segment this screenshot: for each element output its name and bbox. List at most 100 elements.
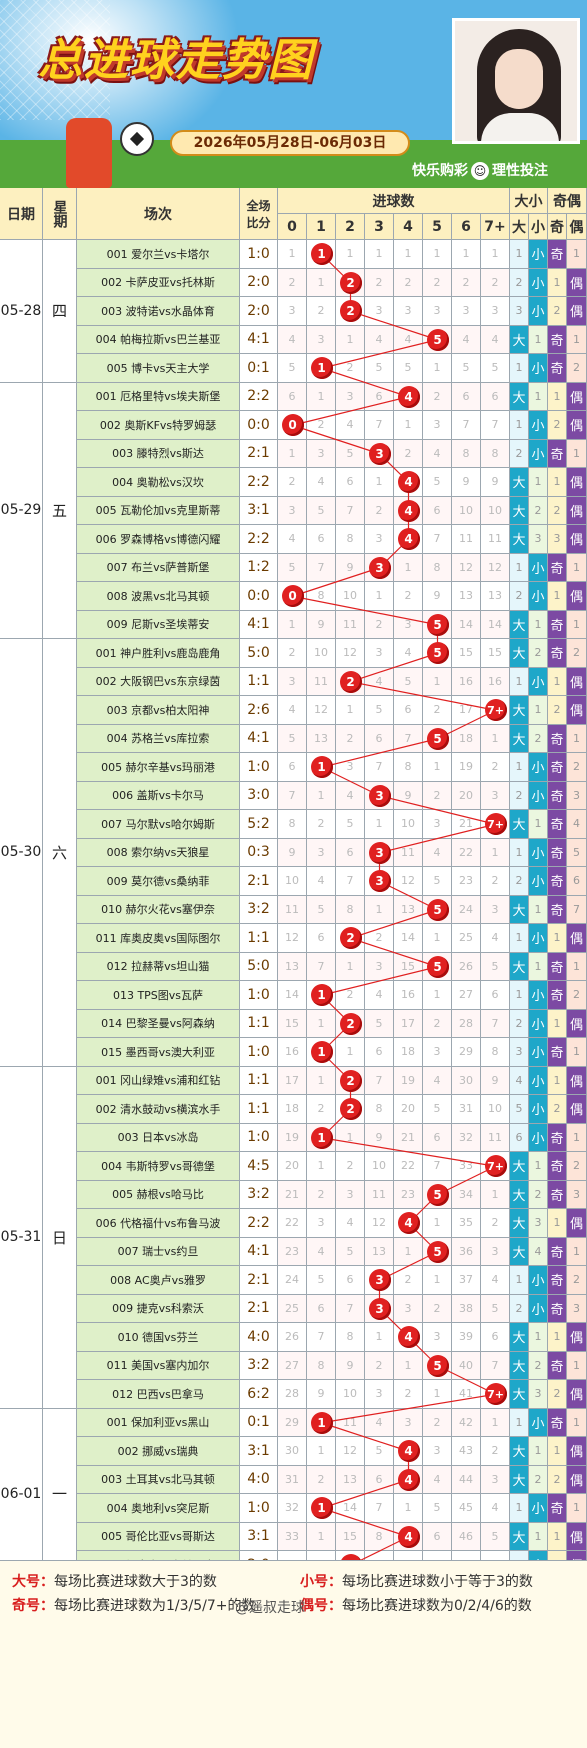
small-marker: 小 (529, 1095, 548, 1124)
goal-count-cell: 1 (307, 268, 336, 297)
small-miss: 2 (529, 639, 548, 668)
goal-count-cell: 41 (452, 1380, 481, 1409)
goal-count-cell: 5 (423, 867, 452, 896)
goal-ball-marker: 1 (310, 1126, 333, 1149)
score-cell: 0:1 (240, 354, 278, 383)
goal-count-cell: 21 (452, 810, 481, 839)
goal-count-cell: 17 (452, 696, 481, 725)
score-cell: 6:2 (240, 1380, 278, 1409)
odd-marker: 奇 (548, 553, 567, 582)
even-miss: 3 (567, 1180, 587, 1209)
goal-count-cell: 5 (394, 354, 423, 383)
goal-count-cell: 5 (365, 1437, 394, 1466)
big-marker: 大 (510, 1209, 529, 1238)
goal-count-cell: 13 (452, 582, 481, 611)
odd-miss: 2 (548, 696, 567, 725)
goal-count-cell: 27 (452, 981, 481, 1010)
goal-count-cell: 4 (423, 1465, 452, 1494)
goal-count-cell: 10 (278, 867, 307, 896)
match-name: 004 苏格兰vs库拉索 (77, 724, 240, 753)
big-marker: 大 (510, 1351, 529, 1380)
goal-count-cell: 1 (423, 1380, 452, 1409)
small-miss: 1 (529, 1437, 548, 1466)
odd-marker: 奇 (548, 981, 567, 1010)
even-miss: 2 (567, 354, 587, 383)
goal-count-cell: 10 (336, 582, 365, 611)
score-cell: 1:1 (240, 1095, 278, 1124)
goal-count-cell: 4 (423, 439, 452, 468)
goal-count-cell: 9 (336, 1351, 365, 1380)
goal-count-cell: 7 (365, 1066, 394, 1095)
goal-ball-marker: 3 (368, 1269, 391, 1292)
goal-count-cell: 18 (452, 724, 481, 753)
goal-count-cell: 3 (365, 952, 394, 981)
score-cell: 3:2 (240, 895, 278, 924)
goal-count-cell: 4 (481, 924, 510, 953)
goal-count-cell: 15 (278, 1009, 307, 1038)
goal-count-cell: 4 (423, 838, 452, 867)
goal-count-cell: 32 (452, 1123, 481, 1152)
small-miss: 3 (529, 1380, 548, 1409)
big-marker: 大 (510, 895, 529, 924)
odd-miss: 2 (548, 1380, 567, 1409)
goal-count-cell: 9 (278, 838, 307, 867)
small-marker: 小 (529, 867, 548, 896)
goal-count-cell: 17 (278, 1066, 307, 1095)
goal-count-cell: 5 (481, 354, 510, 383)
odd-miss: 2 (548, 297, 567, 326)
goal-count-cell: 3 (278, 496, 307, 525)
goal-count-cell: 2 (365, 268, 394, 297)
goal-count-cell: 2 (336, 724, 365, 753)
goal-count-cell: 25 (452, 924, 481, 953)
goal-count-cell: 33 (278, 1522, 307, 1551)
score-cell: 2:2 (240, 382, 278, 411)
goal-ball-marker: 3 (368, 1297, 391, 1320)
even-miss: 5 (567, 838, 587, 867)
goal-count-cell: 4 (365, 667, 394, 696)
small-marker: 小 (529, 582, 548, 611)
match-name: 003 日本vs冰岛 (77, 1123, 240, 1152)
goal-count-cell: 12 (336, 1437, 365, 1466)
match-name: 001 神户胜利vs鹿岛鹿角 (77, 639, 240, 668)
score-cell: 3:2 (240, 1180, 278, 1209)
goal-count-cell: 9 (307, 1380, 336, 1409)
even-miss: 1 (567, 1494, 587, 1523)
header-date: 日期 (0, 188, 43, 240)
odd-marker: 奇 (548, 439, 567, 468)
goal-count-cell: 6 (394, 696, 423, 725)
goal-count-cell: 1 (394, 240, 423, 269)
match-name: 012 拉赫蒂vs坦山猫 (77, 952, 240, 981)
odd-miss: 2 (548, 411, 567, 440)
score-cell: 1:0 (240, 753, 278, 782)
match-name: 003 波特诺vs水晶体育 (77, 297, 240, 326)
goal-count-cell: 4 (307, 867, 336, 896)
small-marker: 小 (529, 1009, 548, 1038)
goal-count-cell: 6 (278, 382, 307, 411)
even-miss: 1 (567, 439, 587, 468)
goal-count-cell: 15 (336, 1522, 365, 1551)
goal-count-cell: 40 (452, 1351, 481, 1380)
big-marker: 大 (510, 325, 529, 354)
goal-count-cell: 21 (278, 1180, 307, 1209)
odd-marker: 奇 (548, 1294, 567, 1323)
goal-count-cell: 5 (336, 1237, 365, 1266)
legend-even: 偶号：每场比赛进球数为0/2/4/6的数 (300, 1598, 532, 1614)
goal-count-cell: 10 (307, 639, 336, 668)
goal-count-cell: 1 (365, 468, 394, 497)
score-cell: 1:0 (240, 1123, 278, 1152)
goal-count-cell: 28 (278, 1380, 307, 1409)
match-name: 013 TPS图vs瓦萨 (77, 981, 240, 1010)
odd-miss: 1 (548, 1437, 567, 1466)
goal-count-cell: 1 (336, 1038, 365, 1067)
header-weekday: 星期 (43, 188, 77, 240)
goal-count-cell: 7 (336, 867, 365, 896)
goal-count-cell: 3 (423, 1038, 452, 1067)
even-marker: 偶 (567, 582, 587, 611)
goal-count-cell: 6 (423, 1123, 452, 1152)
goal-count-cell: 10 (452, 496, 481, 525)
score-cell: 5:0 (240, 952, 278, 981)
big-marker: 大 (510, 1522, 529, 1551)
even-miss: 7 (567, 895, 587, 924)
odd-miss: 2 (548, 1095, 567, 1124)
big-miss: 2 (510, 1294, 529, 1323)
